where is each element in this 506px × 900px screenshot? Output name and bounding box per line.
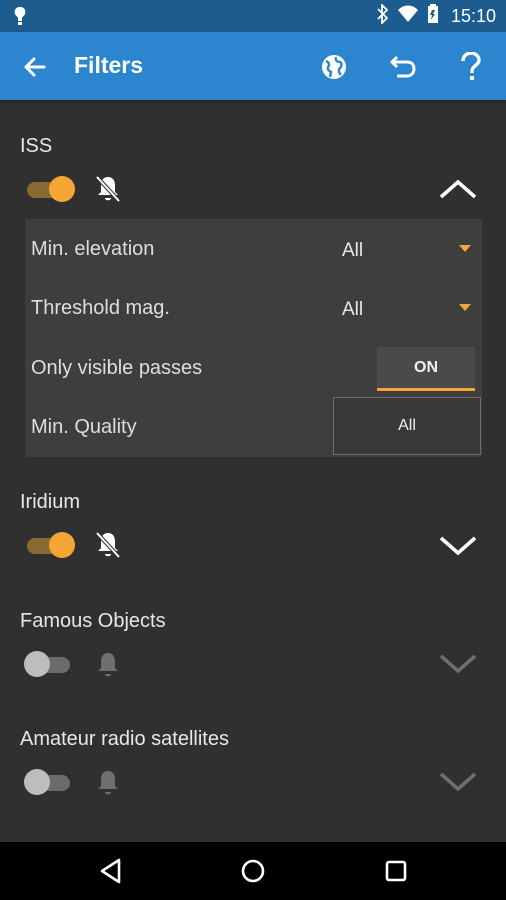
back-triangle-icon[interactable] <box>97 856 127 886</box>
globe-icon[interactable] <box>317 50 351 84</box>
section-title-iss: ISS <box>20 135 53 157</box>
iss-filter-panel: Min. elevation All Threshold mag. All On… <box>25 219 482 457</box>
recents-square-icon[interactable] <box>381 856 411 886</box>
bell-icon[interactable] <box>94 768 122 798</box>
app-bar: Filters <box>0 32 506 100</box>
wifi-icon <box>397 5 419 28</box>
collapse-chevron-icon[interactable] <box>438 177 478 201</box>
battery-icon <box>427 3 439 29</box>
threshold-mag-label: Threshold mag. <box>31 297 170 319</box>
expand-chevron-icon[interactable] <box>438 769 478 793</box>
dropdown-arrow-icon[interactable] <box>459 304 471 311</box>
min-quality-selector[interactable]: All <box>333 397 481 455</box>
bell-icon[interactable] <box>94 650 122 680</box>
notifications-off-icon[interactable] <box>94 530 122 560</box>
undo-icon[interactable] <box>386 50 420 84</box>
min-elevation-label: Min. elevation <box>31 238 155 260</box>
section-title-amateur-radio: Amateur radio satellites <box>20 728 229 750</box>
section-title-famous-objects: Famous Objects <box>20 610 166 632</box>
only-visible-toggle-button[interactable]: ON <box>377 347 475 391</box>
amateur-radio-enable-switch[interactable] <box>24 768 74 796</box>
back-arrow-icon[interactable] <box>20 52 50 82</box>
status-time: 15:10 <box>450 5 496 26</box>
app-notification-icon <box>12 6 28 31</box>
section-title-iridium: Iridium <box>20 491 81 513</box>
only-visible-label: Only visible passes <box>31 357 203 379</box>
min-elevation-dropdown[interactable]: All <box>342 240 363 262</box>
expand-chevron-icon[interactable] <box>438 533 478 557</box>
notifications-off-icon[interactable] <box>94 174 122 204</box>
dropdown-arrow-icon[interactable] <box>459 245 471 252</box>
min-quality-label: Min. Quality <box>31 416 137 438</box>
home-circle-icon[interactable] <box>238 856 268 886</box>
famous-objects-enable-switch[interactable] <box>24 650 74 678</box>
bluetooth-icon <box>377 2 389 29</box>
status-bar: 15:10 <box>0 0 506 32</box>
expand-chevron-icon[interactable] <box>438 651 478 675</box>
page-title: Filters <box>74 52 144 78</box>
system-nav-bar <box>0 842 506 900</box>
threshold-mag-dropdown[interactable]: All <box>342 299 363 321</box>
iss-enable-switch[interactable] <box>25 175 75 203</box>
help-icon[interactable] <box>454 50 488 84</box>
iridium-enable-switch[interactable] <box>25 531 75 559</box>
